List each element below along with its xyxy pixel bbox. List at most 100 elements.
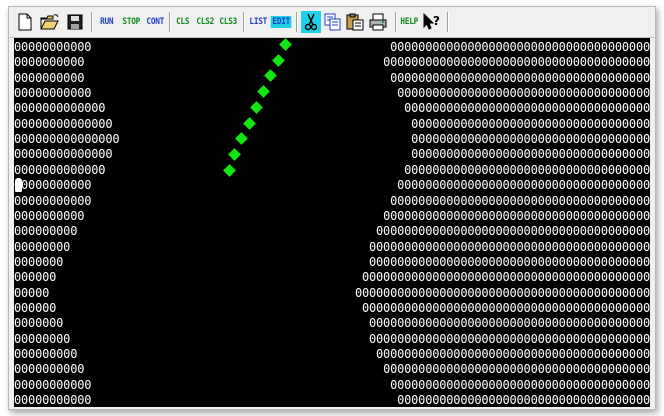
right-wall-text: 00000000000000000000000000000000000000 (383, 362, 650, 377)
left-wall-text: 000000000000000 (14, 132, 120, 147)
left-wall-text: 00000000000 (14, 393, 92, 407)
cut-scissors-icon[interactable] (301, 11, 321, 33)
help-label: HELP (400, 17, 418, 27)
run-button[interactable]: RUN (95, 11, 119, 33)
right-wall-text: 0000000000000000000000000000000000 (411, 132, 650, 147)
screen-row: 0000000000000000000000000000000000000000… (14, 223, 650, 239)
paste-icon[interactable] (345, 11, 365, 33)
edit-label: EDIT (270, 16, 292, 28)
help-button[interactable]: HELP (398, 11, 420, 33)
left-wall-text: 00000000 (14, 331, 71, 346)
screen-row: 0000000000000000000000000000000000000000… (14, 392, 650, 407)
right-wall-text: 000000000000000000000000000000000000 (397, 86, 650, 101)
screen-row: 0000000000000000000000000000000000000000… (14, 254, 650, 270)
left-wall-text: 00000000000 (14, 40, 92, 54)
screen-row: 0000000000000000000000000000000000000000… (14, 315, 650, 331)
new-file-icon[interactable] (15, 11, 35, 33)
screen-row: 0000000000000000000000000000000000000000… (14, 177, 650, 193)
list-label: LIST (249, 17, 267, 27)
right-wall-text: 0000000000000000000000000000000000000 (390, 377, 650, 392)
screen-row: 0000000000000000000000000000000000000000… (14, 70, 650, 86)
screen-row: 0000000000000000000000000000000000000000… (14, 162, 650, 178)
right-wall-text: 0000000000000000000000000000000000000 (390, 40, 650, 54)
left-wall-text: 0000000000 (14, 55, 85, 70)
right-wall-text: 0000000000000000000000000000000000 (411, 147, 650, 162)
whats-this-help-icon[interactable]: ? (421, 11, 443, 33)
left-wall-text: 0000000000 (14, 70, 85, 85)
screen-row: 0000000000000000000000000000000000000000… (14, 39, 650, 55)
left-wall-text: 0000000000000 (14, 101, 106, 116)
save-disk-icon[interactable] (65, 11, 85, 33)
screen-row: 0000000000000000000000000000000000000000… (14, 131, 650, 147)
list-button[interactable]: LIST (247, 11, 269, 33)
right-wall-text: 0000000000000000000000000000000000000 (390, 70, 650, 85)
right-wall-text: 00000000000000000000000000000000000000 (383, 208, 650, 223)
edit-button[interactable]: EDIT (269, 11, 293, 33)
screen-row: 0000000000000000000000000000000000000000… (14, 285, 650, 301)
toolbar-separator (243, 12, 245, 32)
right-wall-text: 0000000000000000000000000000000000 (411, 116, 650, 131)
cls3-label: CLS3 (219, 17, 237, 27)
left-wall-text: 00000000000 (14, 86, 92, 101)
cls-button[interactable]: CLS (173, 11, 193, 33)
left-wall-text: 0000000000 (14, 208, 85, 223)
cont-button[interactable]: CONT (143, 11, 167, 33)
toolbar-separator (447, 12, 449, 32)
svg-text:?: ? (433, 14, 440, 28)
screen-row: 0000000000000000000000000000000000000000… (14, 300, 650, 316)
left-wall-text: 00000000000 (14, 178, 92, 193)
right-wall-text: 0000000000000000000000000000000000000000 (369, 254, 650, 269)
screen-row: 0000000000000000000000000000000000000000… (14, 361, 650, 377)
output-screen[interactable]: 00000000000 00000000000000000000000000000… (14, 38, 650, 407)
left-wall-text: 0000000000000 (14, 162, 106, 177)
player-cursor-sprite (15, 178, 22, 193)
right-wall-text: 0000000000000000000000000000000000000000 (369, 331, 650, 346)
print-icon[interactable] (367, 11, 389, 33)
copy-icon[interactable] (323, 11, 343, 33)
cls3-button[interactable]: CLS3 (216, 11, 240, 33)
toolbar-separator (296, 12, 298, 32)
cls2-label: CLS2 (196, 17, 214, 27)
left-wall-text: 000000 (14, 300, 57, 315)
screen-row: 0000000000000000000000000000000000000000… (14, 146, 650, 162)
left-wall-text: 000000000 (14, 224, 78, 239)
run-label: RUN (100, 17, 114, 27)
right-wall-text: 0000000000000000000000000000000000000000 (369, 239, 650, 254)
screen-row: 0000000000000000000000000000000000000000… (14, 208, 650, 224)
basic-app-window: RUN STOP CONT CLS CLS2 CLS3 LIST EDIT HE… (8, 6, 656, 410)
left-wall-text: 00000000000 (14, 377, 92, 392)
right-wall-text: 0000000000000000000000000000000000000000… (361, 300, 650, 315)
screen-row: 0000000000000000000000000000000000000000… (14, 377, 650, 393)
left-wall-text: 000000000 (14, 347, 78, 361)
toolbar-separator (395, 12, 397, 32)
right-wall-text: 0000000000000000000000000000000000000000 (369, 316, 650, 331)
right-wall-text: 0000000000000000000000000000000000000000… (361, 270, 650, 285)
screen-row: 0000000000000000000000000000000000000000… (14, 239, 650, 255)
cls2-button[interactable]: CLS2 (193, 11, 217, 33)
left-wall-text: 00000000 (14, 239, 71, 254)
right-wall-text: 000000000000000000000000000000000000000 (376, 347, 650, 361)
left-wall-text: 00000 (14, 285, 50, 300)
right-wall-text: 00000000000000000000000000000000000000 (383, 55, 650, 70)
right-wall-text: 0000000000000000000000000000000000000000… (354, 285, 650, 300)
left-wall-text: 0000000 (14, 254, 64, 269)
toolbar-separator (169, 12, 171, 32)
screen-row: 0000000000000000000000000000000000000000… (14, 100, 650, 116)
screen-row: 0000000000000000000000000000000000000000… (14, 116, 650, 132)
right-wall-text: 000000000000000000000000000000000000 (397, 178, 650, 193)
screen-row: 0000000000000000000000000000000000000000… (14, 346, 650, 362)
right-wall-text: 000000000000000000000000000000000000 (397, 393, 650, 407)
right-wall-text: 00000000000000000000000000000000000 (404, 162, 650, 177)
stop-label: STOP (122, 17, 140, 27)
screen-row: 0000000000000000000000000000000000000000… (14, 54, 650, 70)
left-wall-text: 000000 (14, 270, 57, 285)
right-wall-text: 00000000000000000000000000000000000 (404, 101, 650, 116)
left-wall-text: 00000000000000 (14, 116, 113, 131)
left-wall-text: 0000000000 (14, 362, 85, 377)
cont-label: CONT (146, 17, 164, 27)
cls-label: CLS (176, 17, 190, 27)
toolbar: RUN STOP CONT CLS CLS2 CLS3 LIST EDIT HE… (9, 7, 655, 38)
open-folder-icon[interactable] (39, 11, 61, 33)
screen-row: 0000000000000000000000000000000000000000… (14, 193, 650, 209)
stop-button[interactable]: STOP (119, 11, 143, 33)
